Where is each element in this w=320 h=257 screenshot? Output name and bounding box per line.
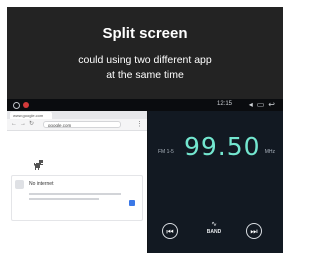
promo-banner: Split screen could using two different a… — [7, 7, 283, 99]
browser-menu-icon[interactable]: ⋮ — [136, 120, 143, 129]
offline-card: No internet — [11, 175, 143, 221]
banner-title: Split screen — [102, 25, 188, 42]
banner-subtitle-line2: at the same time — [106, 69, 184, 81]
banner-subtitle: could using two different app at the sam… — [7, 53, 283, 83]
app-indicator-icon — [23, 102, 29, 108]
status-icons: ◂▭↩ — [249, 99, 279, 110]
promo-frame: Split screen could using two different a… — [0, 0, 287, 257]
browser-toolbar: ← → ↻ google.com ⋮ — [7, 119, 147, 131]
seek-forward-icon: ⏭ — [250, 227, 258, 236]
band-button[interactable]: ∿ BAND — [204, 221, 224, 241]
radio-pane[interactable]: FM 1-5 99.50 MHz ⏮ ∿ BAND ⏭ — [148, 111, 283, 253]
battery-icon: ▭ — [256, 100, 269, 109]
forward-arrow-icon[interactable]: → — [20, 120, 26, 129]
volume-icon[interactable]: ◂ — [249, 100, 257, 109]
browser-pane[interactable]: www.google.com ← → ↻ google.com ⋮ No int… — [7, 111, 147, 253]
band-icon: ∿ — [211, 221, 217, 228]
browser-tab-strip: www.google.com — [7, 111, 147, 119]
back-icon[interactable]: ↩ — [268, 100, 279, 109]
seek-back-button[interactable]: ⏮ — [162, 223, 178, 239]
back-arrow-icon[interactable]: ← — [11, 120, 17, 129]
reload-icon[interactable]: ↻ — [29, 120, 34, 129]
radio-band: FM 1-5 — [158, 149, 174, 155]
dinosaur-icon — [34, 160, 43, 170]
home-icon[interactable] — [13, 102, 20, 109]
offline-action-button[interactable] — [129, 200, 135, 206]
radio-frequency: 99.50 — [184, 132, 261, 161]
offline-text-line — [29, 193, 121, 195]
band-button-label: BAND — [206, 229, 222, 235]
offline-text-line — [29, 198, 99, 200]
radio-unit: MHz — [264, 149, 275, 155]
status-time: 12:15 — [217, 101, 233, 107]
split-screen-device: 12:15 ◂▭↩ www.google.com ← → ↻ google.co… — [7, 99, 283, 253]
offline-title: No internet — [29, 181, 54, 187]
banner-subtitle-line1: could using two different app — [78, 54, 212, 66]
address-bar[interactable]: google.com — [43, 121, 121, 128]
status-bar: 12:15 ◂▭↩ — [7, 99, 283, 111]
offline-page-icon — [15, 180, 24, 189]
browser-tab[interactable]: www.google.com — [10, 112, 52, 119]
seek-forward-button[interactable]: ⏭ — [246, 223, 262, 239]
seek-back-icon: ⏮ — [166, 227, 174, 236]
